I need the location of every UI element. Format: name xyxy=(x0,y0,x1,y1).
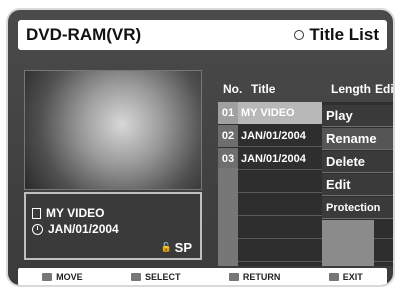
footer-return: RETURN xyxy=(228,272,281,282)
title-list-heading: Title List xyxy=(294,25,379,45)
menu-item-rename[interactable]: Rename xyxy=(322,128,393,150)
menu-item-delete[interactable]: Delete xyxy=(322,151,393,173)
return-icon xyxy=(228,273,239,281)
col-no-header: No. xyxy=(223,82,243,96)
document-icon xyxy=(32,207,41,219)
title-list-label: Title List xyxy=(309,25,379,44)
footer-exit-label: EXIT xyxy=(342,272,363,282)
footer-exit: EXIT xyxy=(328,272,363,282)
footer-return-label: RETURN xyxy=(242,272,281,282)
quality-badge: 🔓 SP xyxy=(160,240,192,255)
row-title: MY VIDEO xyxy=(238,102,322,124)
row-no: 03 xyxy=(218,148,238,170)
footer-select-label: SELECT xyxy=(145,272,181,282)
row-number-stripe xyxy=(218,168,238,266)
dvd-title-list-screen: DVD-RAM(VR) Title List MY VIDEO JAN/01/2… xyxy=(6,8,395,287)
disc-type-title: DVD-RAM(VR) xyxy=(26,25,142,44)
edit-popup-menu: Play Rename Delete Edit Protection xyxy=(322,105,393,220)
info-title-row: MY VIDEO xyxy=(32,206,104,220)
circle-icon xyxy=(294,30,305,40)
select-icon xyxy=(131,273,142,281)
menu-item-protection[interactable]: Protection xyxy=(322,197,393,219)
exit-icon xyxy=(328,273,339,281)
footer-guide: MOVE SELECT RETURN EXIT xyxy=(18,268,387,285)
move-icon xyxy=(42,273,53,281)
footer-move-label: MOVE xyxy=(56,272,83,282)
row-title: JAN/01/2004 xyxy=(241,153,306,165)
quality-label: SP xyxy=(174,240,192,255)
menu-item-edit[interactable]: Edit xyxy=(322,174,393,196)
title-info-panel: MY VIDEO JAN/01/2004 🔓 SP xyxy=(24,192,202,260)
col-edit-header: Edit xyxy=(375,82,394,96)
info-date-row: JAN/01/2004 xyxy=(32,222,119,236)
row-no: 02 xyxy=(218,125,238,147)
title-bar: DVD-RAM(VR) Title List xyxy=(18,20,387,50)
footer-select: SELECT xyxy=(131,272,181,282)
col-title-header: Title xyxy=(251,82,276,96)
row-title: JAN/01/2004 xyxy=(241,130,306,142)
clock-icon xyxy=(32,223,43,235)
lock-icon: 🔓 xyxy=(160,242,172,252)
row-no: 01 xyxy=(218,102,238,124)
info-date: JAN/01/2004 xyxy=(48,222,119,236)
footer-move: MOVE xyxy=(42,272,83,282)
menu-item-play[interactable]: Play xyxy=(322,105,393,127)
edit-column-fill xyxy=(322,220,374,266)
col-length-header: Length xyxy=(331,82,371,96)
info-title: MY VIDEO xyxy=(46,206,105,220)
title-thumbnail xyxy=(24,70,202,190)
